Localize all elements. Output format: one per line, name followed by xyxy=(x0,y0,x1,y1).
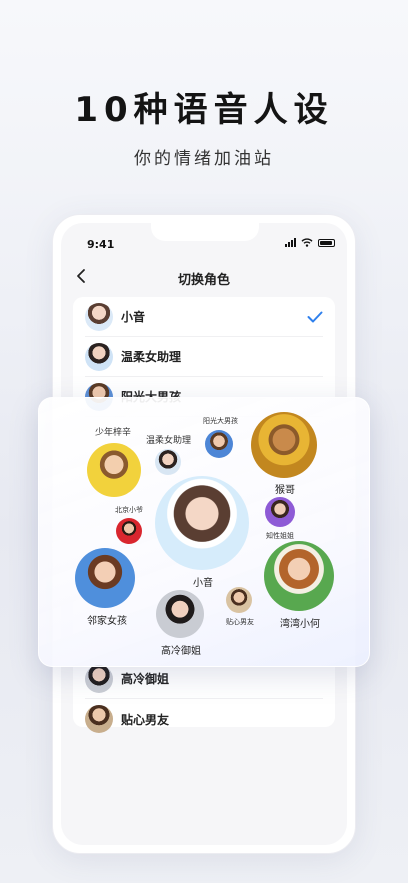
role-label: 小音 xyxy=(121,310,146,324)
battery-icon xyxy=(318,238,335,247)
wifi-icon xyxy=(301,238,313,247)
bubble-yangguang[interactable] xyxy=(205,430,233,458)
role-bubble-overlay: 少年梓辛 温柔女助理 阳光大男孩 猴哥 北京小爷 小音 知性姐姐 邻家女孩 湾湾… xyxy=(38,397,370,667)
bubble-label-yangguang: 阳光大男孩 xyxy=(203,417,238,425)
promo-headline: 10种语音人设 xyxy=(74,90,334,130)
avatar xyxy=(85,302,113,331)
bubble-label-shaonian: 少年梓辛 xyxy=(95,428,132,438)
bubble-tiexin[interactable] xyxy=(226,587,252,613)
role-label: 高冷御姐 xyxy=(121,672,170,686)
bubble-beijing[interactable] xyxy=(116,518,142,544)
bubble-xiaoyin[interactable] xyxy=(155,476,249,570)
bubble-label-houge: 猴哥 xyxy=(275,485,295,496)
bubble-label-gaoleng: 高冷御姐 xyxy=(161,646,201,657)
role-item-xiaoyin[interactable]: 小音 xyxy=(85,297,323,337)
bubble-label-linjia: 邻家女孩 xyxy=(87,616,127,627)
bubble-shaonian[interactable] xyxy=(87,443,141,497)
bubble-linjia[interactable] xyxy=(75,548,135,608)
bubble-label-wanwan: 湾湾小何 xyxy=(280,619,320,630)
nav-bar: 切换角色 xyxy=(61,263,347,291)
bubble-label-xiaoyin: 小音 xyxy=(193,578,213,589)
bubble-gaoleng[interactable] xyxy=(156,590,204,638)
bubble-label-zhixing: 知性姐姐 xyxy=(266,532,294,540)
status-icons xyxy=(285,238,335,247)
bubble-wenrou[interactable] xyxy=(155,449,181,475)
signal-icon xyxy=(285,238,296,247)
avatar xyxy=(85,705,113,733)
role-label: 温柔女助理 xyxy=(121,350,182,364)
avatar xyxy=(85,664,113,693)
avatar xyxy=(85,342,113,371)
page-title: 切换角色 xyxy=(177,273,230,288)
checkmark-icon xyxy=(307,311,323,322)
role-item-tiexin[interactable]: 贴心男友 xyxy=(85,699,323,739)
role-label: 贴心男友 xyxy=(121,712,170,727)
phone-notch xyxy=(151,223,259,241)
status-time: 9:41 xyxy=(87,238,115,251)
bubble-label-tiexin: 贴心男友 xyxy=(226,618,254,626)
bubble-houge[interactable] xyxy=(251,412,317,478)
bubble-zhixing[interactable] xyxy=(265,497,295,527)
role-item-wenrou[interactable]: 温柔女助理 xyxy=(85,337,323,377)
bubble-label-beijing: 北京小爷 xyxy=(115,506,143,514)
promo-subline: 你的情绪加油站 xyxy=(134,149,274,169)
bubble-label-wenrou: 温柔女助理 xyxy=(146,436,192,446)
bubble-wanwan[interactable] xyxy=(264,541,334,611)
